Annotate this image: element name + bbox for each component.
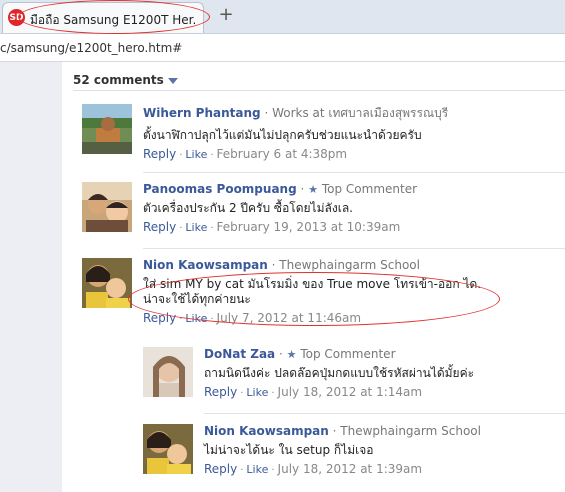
reply-link[interactable]: Reply xyxy=(204,462,237,476)
commenter-meta: · Thewphaingarm School xyxy=(332,424,481,438)
separator-dot: · xyxy=(179,223,183,234)
comment-date[interactable]: July 7, 2012 at 11:46am xyxy=(217,311,362,325)
divider xyxy=(143,248,565,249)
avatar[interactable] xyxy=(82,258,132,308)
like-link[interactable]: Like xyxy=(185,148,207,161)
comments-count-dropdown[interactable]: 52 comments xyxy=(73,73,178,87)
separator-dot: · xyxy=(240,465,244,476)
divider xyxy=(143,172,565,173)
browser-tab-bar: SD มือถือ Samsung E1200T Her... + xyxy=(0,0,565,34)
reply-link[interactable]: Reply xyxy=(143,147,176,161)
commenter-meta: · Thewphaingarm School xyxy=(271,258,420,272)
top-commenter-badge: Top Commenter xyxy=(321,182,418,196)
left-gutter xyxy=(0,62,62,492)
comment-text-line: ใส่ sim MY by cat มันโรมมิ่ง ของ True mo… xyxy=(143,277,482,291)
page-content: 52 comments Wihern Phantang · Works at เ… xyxy=(0,62,565,492)
commenter-name-link[interactable]: Panoomas Poompuang xyxy=(143,182,297,196)
site-favicon-icon: SD xyxy=(8,9,25,26)
comment-text: ตั้งนาฬิกาปลุกไว้แต่มันไม่ปลุกครับช่วยแน… xyxy=(143,128,422,142)
like-link[interactable]: Like xyxy=(185,221,207,234)
url-text: c/samsung/e1200t_hero.htm# xyxy=(0,41,183,55)
browser-tab[interactable]: SD มือถือ Samsung E1200T Her... xyxy=(2,2,204,33)
comments-count: 52 comments xyxy=(73,73,164,87)
tab-title: มือถือ Samsung E1200T Her... xyxy=(30,13,195,27)
commenter-name-link[interactable]: DoNat Zaa xyxy=(204,347,275,361)
commenter-name-link[interactable]: Nion Kaowsampan xyxy=(143,258,268,272)
separator-dot: · xyxy=(210,150,214,161)
comment-date[interactable]: February 19, 2013 at 10:39am xyxy=(217,220,401,234)
avatar[interactable] xyxy=(82,104,132,154)
divider xyxy=(73,90,565,91)
comment-text: ตัวเครื่องประกัน 2 ปีครับ ซื้อโดยไม่ลังเ… xyxy=(143,201,353,215)
reply-link[interactable]: Reply xyxy=(204,385,237,399)
separator-dot: · xyxy=(271,465,275,476)
reply-link[interactable]: Reply xyxy=(143,311,176,325)
address-bar[interactable]: c/samsung/e1200t_hero.htm# xyxy=(0,34,565,62)
avatar[interactable] xyxy=(143,347,193,397)
like-link[interactable]: Like xyxy=(246,463,268,476)
star-icon: ★ xyxy=(286,348,297,361)
comment-text: ไม่น่าจะได้นะ ใน setup ก็ไม่เจอ xyxy=(204,443,374,457)
avatar[interactable] xyxy=(143,424,193,474)
divider xyxy=(204,413,565,414)
comment-date[interactable]: July 18, 2012 at 1:39am xyxy=(278,462,423,476)
like-link[interactable]: Like xyxy=(246,386,268,399)
separator-dot: · xyxy=(210,314,214,325)
comment-date[interactable]: July 18, 2012 at 1:14am xyxy=(278,385,423,399)
comment-date[interactable]: February 6 at 4:38pm xyxy=(217,147,348,161)
separator-dot: · xyxy=(179,314,183,325)
avatar[interactable] xyxy=(82,182,132,232)
separator-dot: · xyxy=(210,223,214,234)
commenter-meta: · Works at เทศบาลเมืองสุพรรณบุรี xyxy=(264,106,449,120)
comment-text-line: น่าจะใช้ได้ทุกค่ายนะ xyxy=(143,292,251,306)
reply-link[interactable]: Reply xyxy=(143,220,176,234)
commenter-name-link[interactable]: Wihern Phantang xyxy=(143,106,261,120)
star-icon: ★ xyxy=(308,183,319,196)
top-commenter-badge: Top Commenter xyxy=(300,347,396,361)
comment-text: ถามนิดนึงค่ะ ปลดล๊อคปุ่มกดแบบใช้รหัสผ่าน… xyxy=(204,366,475,380)
separator-dot: · xyxy=(271,388,275,399)
commenter-name-link[interactable]: Nion Kaowsampan xyxy=(204,424,329,438)
separator-dot: · xyxy=(179,150,183,161)
caret-down-icon xyxy=(167,77,178,84)
new-tab-button[interactable]: + xyxy=(216,5,236,25)
like-link[interactable]: Like xyxy=(185,312,207,325)
separator-dot: · xyxy=(240,388,244,399)
comment-text: ใส่ sim MY by cat มันโรมมิ่ง ของ True mo… xyxy=(143,277,563,307)
